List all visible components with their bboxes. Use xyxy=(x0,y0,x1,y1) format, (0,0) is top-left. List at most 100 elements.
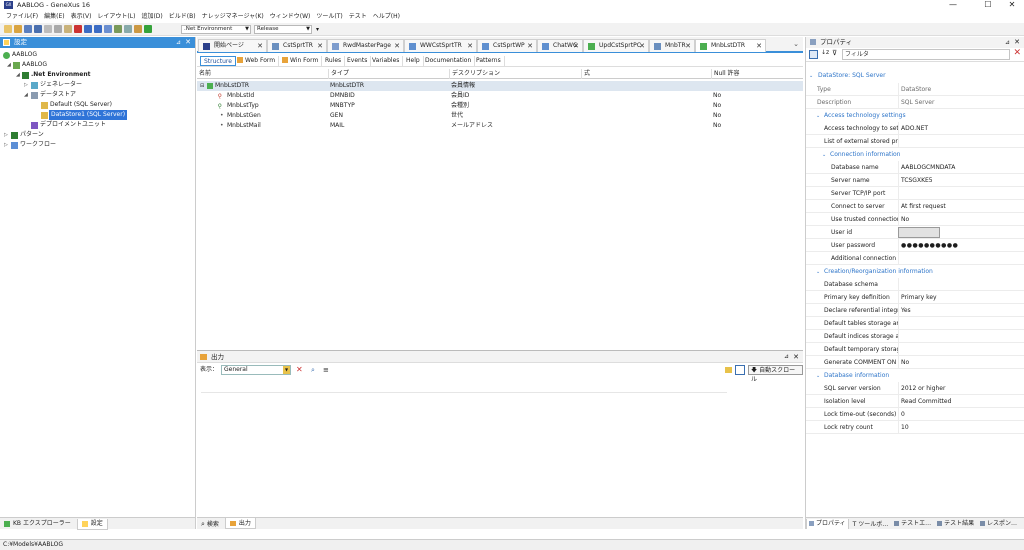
property-value[interactable]: No xyxy=(898,213,909,226)
collapse-icon[interactable]: ⊟ xyxy=(200,81,204,91)
table-row[interactable]: ǫ MnbLstTyp MNBTYP 会種別 No xyxy=(197,101,803,111)
property-value[interactable]: 2012 or higher xyxy=(898,382,945,395)
autoscroll-button[interactable]: 🡇 自動スクロール xyxy=(748,365,803,383)
property-row-type[interactable]: Type DataStore xyxy=(806,83,1024,96)
output-window-icon[interactable] xyxy=(735,365,745,375)
table-row[interactable]: ǫ MnbLstId DMNBID 会員ID No xyxy=(197,91,803,101)
section-connection-information[interactable]: ⌄ Connection information xyxy=(806,149,1024,161)
property-row-additional-connection[interactable]: Additional connection xyxy=(806,252,1024,265)
tab-test-explorer[interactable]: テストエ… xyxy=(892,518,933,529)
property-value[interactable] xyxy=(898,343,901,356)
close-icon[interactable]: ✕ xyxy=(527,40,533,52)
tree-node-default-datastore[interactable]: Default (SQL Server) xyxy=(0,100,196,110)
table-row[interactable]: ⊟ MnbLstDTR MnbLstDTR 会員情報 xyxy=(197,81,803,91)
tree-node-patterns[interactable]: ▷ パターン xyxy=(0,130,196,140)
menu-window[interactable]: ウィンドウ(W) xyxy=(270,11,311,22)
save-all-icon[interactable] xyxy=(34,25,42,33)
property-value[interactable]: Yes xyxy=(898,304,911,317)
menu-insert[interactable]: 追加(D) xyxy=(141,11,162,22)
tree-node-kb-root[interactable]: AABLOG xyxy=(0,50,196,60)
minimize-button[interactable]: — xyxy=(943,0,963,10)
clear-icon[interactable]: ✕ xyxy=(296,363,303,377)
property-value[interactable]: 10 xyxy=(898,421,909,434)
chevron-down-icon[interactable]: ◢ xyxy=(16,70,20,80)
open-icon[interactable] xyxy=(14,25,22,33)
property-value[interactable] xyxy=(898,317,901,330)
property-value[interactable] xyxy=(898,252,901,265)
rebuild-icon[interactable] xyxy=(124,25,132,33)
property-row-user-password[interactable]: User password ●●●●●●●●●● xyxy=(806,239,1024,252)
filter-icon[interactable]: ⊽ xyxy=(832,49,837,57)
folder-icon[interactable] xyxy=(725,367,732,373)
property-row-trusted-connection[interactable]: Use trusted connection No xyxy=(806,213,1024,226)
close-icon[interactable]: ✕ xyxy=(639,40,645,52)
output-category-select[interactable]: General ▼ xyxy=(221,365,291,375)
close-icon[interactable]: ✕ xyxy=(317,40,323,52)
pin-icon[interactable]: ⊿ xyxy=(1005,37,1010,48)
section-access-technology[interactable]: ⌄ Access technology settings xyxy=(806,110,1024,122)
tab-search[interactable]: ⌕ 検索 xyxy=(197,519,223,530)
undo-icon[interactable] xyxy=(84,25,92,33)
tree-node-generators[interactable]: ▷ ジェネレーター xyxy=(0,80,196,90)
menu-file[interactable]: ファイル(F) xyxy=(6,11,38,22)
property-value[interactable] xyxy=(898,330,901,343)
property-row-tables-storage[interactable]: Default tables storage an xyxy=(806,317,1024,330)
panel-close-icon[interactable]: ✕ xyxy=(1014,37,1020,48)
tab-properties[interactable]: プロパティ xyxy=(806,518,849,529)
property-value[interactable]: At first request xyxy=(898,200,946,213)
refresh-icon[interactable] xyxy=(104,25,112,33)
save-icon[interactable] xyxy=(24,25,32,33)
tab-updcstsprtpc[interactable]: UpdCstSprtPC ✕ xyxy=(583,39,649,52)
column-header-type[interactable]: タイプ xyxy=(328,69,448,79)
panel-close-icon[interactable]: ✕ xyxy=(793,351,799,363)
copy-icon[interactable] xyxy=(54,25,62,33)
property-row-indices-storage[interactable]: Default indices storage a xyxy=(806,330,1024,343)
tab-rwdmasterpage[interactable]: RwdMasterPage ✕ xyxy=(327,39,404,52)
password-field[interactable]: ●●●●●●●●●● xyxy=(898,239,958,252)
property-row-sql-server-version[interactable]: SQL server version 2012 or higher xyxy=(806,382,1024,395)
tab-settings[interactable]: 設定 xyxy=(76,518,108,530)
chevron-down-icon[interactable]: ⌄ xyxy=(816,110,820,122)
property-row-lock-timeout[interactable]: Lock time-out (seconds) 0 xyxy=(806,408,1024,421)
close-icon[interactable]: ✕ xyxy=(257,40,263,52)
menu-tools[interactable]: ツール(T) xyxy=(316,11,342,22)
chevron-right-icon[interactable]: ▷ xyxy=(4,130,8,140)
property-row-primary-key-definition[interactable]: Primary key definition Primary key xyxy=(806,291,1024,304)
property-value[interactable]: TCSGXKE5 xyxy=(898,174,933,187)
kb-icon[interactable] xyxy=(134,25,142,33)
property-row-database-name[interactable]: Database name AABLOGCMNDATA xyxy=(806,161,1024,174)
tab-help[interactable]: Help xyxy=(403,56,424,66)
column-header-nullable[interactable]: Null 許容 xyxy=(711,69,803,79)
close-icon[interactable]: ✕ xyxy=(467,40,473,52)
column-header-description[interactable]: デスクリプション xyxy=(449,69,579,79)
property-value[interactable]: Read Committed xyxy=(898,395,951,408)
panel-close-icon[interactable]: ✕ xyxy=(185,37,191,48)
table-row[interactable]: • MnbLstGen GEN 世代 No xyxy=(197,111,803,121)
build-icon[interactable] xyxy=(114,25,122,33)
menu-view[interactable]: 表示(V) xyxy=(71,11,92,22)
word-wrap-icon[interactable]: ≡ xyxy=(323,363,329,377)
close-icon[interactable]: ✕ xyxy=(394,40,400,52)
tab-test-results[interactable]: テスト結果 xyxy=(935,518,976,529)
property-row-connect-to-server[interactable]: Connect to server At first request xyxy=(806,200,1024,213)
environment-select[interactable]: .Net Environment ▼ xyxy=(181,25,251,34)
tab-variables[interactable]: Variables xyxy=(369,56,404,66)
chevron-right-icon[interactable]: ▷ xyxy=(4,140,8,150)
menu-layout[interactable]: レイアウト(L) xyxy=(97,11,135,22)
configuration-select[interactable]: Release ▼ xyxy=(254,25,312,34)
filter-input[interactable]: フィルタ xyxy=(842,49,1010,60)
sort-alpha-icon[interactable]: ↓z xyxy=(821,49,829,56)
paste-icon[interactable] xyxy=(64,25,72,33)
cut-icon[interactable] xyxy=(44,25,52,33)
output-text-area[interactable] xyxy=(201,381,727,393)
tree-node-version[interactable]: ◢ AABLOG xyxy=(0,60,196,70)
categorized-icon[interactable] xyxy=(809,50,818,59)
menu-knowledge-manager[interactable]: ナレッジマネージャ(K) xyxy=(202,11,264,22)
tab-events[interactable]: Events xyxy=(344,56,372,66)
menu-build[interactable]: ビルド(B) xyxy=(169,11,196,22)
chevron-down-icon[interactable]: ⌄ xyxy=(809,70,813,82)
close-icon[interactable]: ✕ xyxy=(685,40,691,52)
tab-rules[interactable]: Rules xyxy=(322,56,346,66)
toolbar-overflow-icon[interactable]: ▾ xyxy=(316,26,319,33)
tab-patterns[interactable]: Patterns xyxy=(473,56,505,66)
